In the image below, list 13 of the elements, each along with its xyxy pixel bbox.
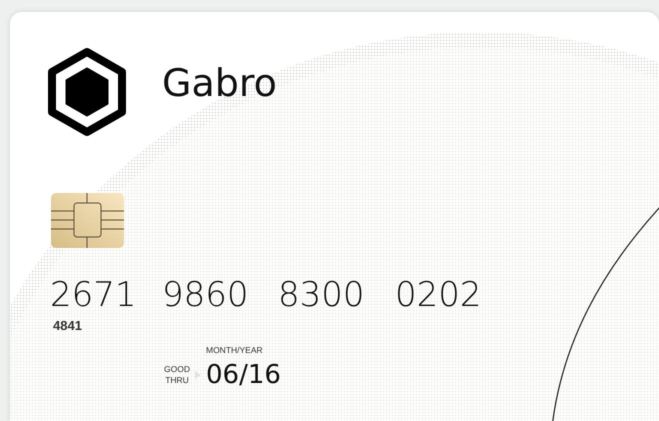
chip-icon xyxy=(51,193,124,248)
card-number-group: 8300 xyxy=(278,278,365,312)
hexagon-logo-icon xyxy=(46,47,128,137)
good-thru-label: GOOD xyxy=(164,364,190,375)
card-number-group: 2671 xyxy=(50,278,137,312)
triangle-icon xyxy=(194,370,202,380)
card-number-prefix: 4841 xyxy=(53,317,82,335)
card-number-group: 0202 xyxy=(395,278,482,312)
card-number-group: 9860 xyxy=(162,278,249,312)
good-thru-label: THRU xyxy=(164,375,190,386)
expiry-date: 06/16 xyxy=(206,362,281,388)
brand-name: Gabro xyxy=(162,64,277,102)
expiry-label: MONTH/YEAR xyxy=(206,345,264,356)
